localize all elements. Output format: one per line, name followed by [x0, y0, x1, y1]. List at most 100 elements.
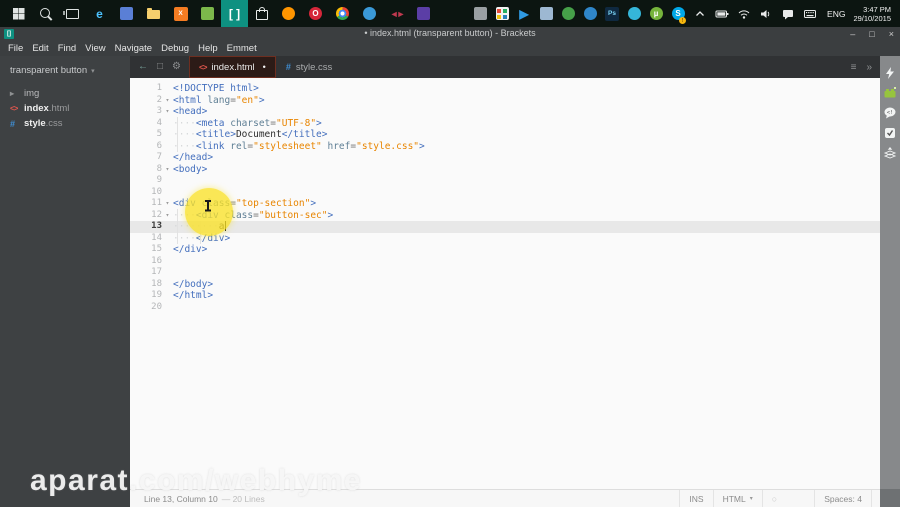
- code-line-17[interactable]: 17: [130, 267, 880, 279]
- line-number: 12: [151, 209, 162, 220]
- cyan-app-icon[interactable]: [623, 0, 645, 27]
- tab-style.css[interactable]: # style.css: [276, 56, 342, 78]
- live-preview-icon[interactable]: [883, 66, 897, 80]
- xampp-icon[interactable]: X: [167, 0, 194, 27]
- indentation-setting[interactable]: Spaces: 4: [814, 490, 872, 507]
- code-line-18[interactable]: 18 </body>: [130, 279, 880, 291]
- menu-edit[interactable]: Edit: [32, 43, 48, 54]
- code-line-7[interactable]: 7 </head>: [130, 152, 880, 164]
- brackets-icon[interactable]: [ ]: [221, 0, 248, 27]
- code-line-6[interactable]: 6 ····<link rel="stylesheet" href="style.…: [130, 141, 880, 153]
- code-line-9[interactable]: 9: [130, 175, 880, 187]
- edge-icon[interactable]: e: [86, 0, 113, 27]
- color-grid-app-icon[interactable]: [491, 0, 513, 27]
- code-line-8[interactable]: 8 ▾ <body>: [130, 164, 880, 176]
- menu-help[interactable]: Help: [198, 43, 218, 54]
- blue-app-icon[interactable]: [579, 0, 601, 27]
- photos-icon[interactable]: [194, 0, 221, 27]
- code-line-16[interactable]: 16: [130, 256, 880, 268]
- project-dropdown[interactable]: transparent button ▾: [0, 56, 130, 86]
- code-line-1[interactable]: 1 <!DOCTYPE html>: [130, 83, 880, 95]
- battery-icon[interactable]: [711, 0, 733, 27]
- fold-arrow-icon[interactable]: ▾: [162, 164, 173, 176]
- overflow-chevrons-icon[interactable]: »: [866, 62, 872, 73]
- insert-mode-indicator[interactable]: INS: [679, 490, 712, 507]
- code-line-4[interactable]: 4 ····<meta charset="UTF-8">: [130, 118, 880, 130]
- code-line-12[interactable]: 12▾····<div class="button-sec">: [130, 210, 880, 222]
- menu-emmet[interactable]: Emmet: [227, 43, 257, 54]
- volume-icon[interactable]: [755, 0, 777, 27]
- line-number: 15: [151, 244, 162, 254]
- firefox-icon[interactable]: [275, 0, 302, 27]
- file-explorer-icon[interactable]: [140, 0, 167, 27]
- fold-arrow-icon[interactable]: ▾: [162, 106, 173, 118]
- restore-button[interactable]: □: [869, 29, 874, 39]
- working-set-settings-gear-icon[interactable]: ⚙: [172, 62, 181, 72]
- word-icon[interactable]: [535, 0, 557, 27]
- menu-file[interactable]: File: [8, 43, 23, 54]
- clock[interactable]: 3:47 PM 29/10/2015: [851, 5, 897, 23]
- utorrent-icon[interactable]: µ: [645, 0, 667, 27]
- tabbar-right-buttons: ≡»: [851, 56, 880, 78]
- fold-arrow-icon[interactable]: ▾: [162, 95, 173, 107]
- chrome-icon[interactable]: [329, 0, 356, 27]
- fold-arrow-icon[interactable]: ▾: [162, 210, 173, 222]
- split-view-icon[interactable]: □: [157, 62, 163, 72]
- photoshop-icon[interactable]: Ps: [601, 0, 623, 27]
- working-set-menu-icon[interactable]: ≡: [851, 62, 857, 73]
- extension-manager-icon[interactable]: [883, 86, 897, 100]
- language-mode-dropdown[interactable]: HTML ▾: [712, 490, 762, 507]
- touch-keyboard-icon[interactable]: [799, 0, 821, 27]
- search-icon[interactable]: [32, 0, 59, 27]
- back-arrow-icon[interactable]: ←: [138, 62, 148, 72]
- code-editor[interactable]: 1 <!DOCTYPE html> 2 ▾ <html lang="en"> 3 ▾ <hea…: [130, 78, 880, 489]
- code-line-15[interactable]: 15 </div>: [130, 244, 880, 256]
- tab-index.html[interactable]: <> index.html •: [189, 56, 276, 78]
- todo-checkmark-icon[interactable]: [883, 126, 897, 140]
- menu-navigate[interactable]: Navigate: [115, 43, 153, 54]
- code-line-10[interactable]: 10: [130, 187, 880, 199]
- code-line-20[interactable]: 20: [130, 302, 880, 314]
- line-number: 10: [151, 186, 162, 197]
- menu-find[interactable]: Find: [58, 43, 76, 54]
- store-icon[interactable]: [248, 0, 275, 27]
- task-view-icon[interactable]: [59, 0, 86, 27]
- notifications-icon[interactable]: [777, 0, 799, 27]
- upload-layers-icon[interactable]: [883, 146, 897, 160]
- purple-app-icon[interactable]: [410, 0, 437, 27]
- line-number: 8: [156, 163, 162, 174]
- media-player-icon[interactable]: ◄►: [383, 0, 410, 27]
- code-line-2[interactable]: 2 ▾ <html lang="en">: [130, 95, 880, 107]
- skype-icon[interactable]: S!: [667, 0, 689, 27]
- wifi-icon[interactable]: [733, 0, 755, 27]
- menu-view[interactable]: View: [85, 43, 105, 54]
- minimize-button[interactable]: –: [850, 29, 855, 39]
- start-icon[interactable]: [5, 0, 32, 27]
- safari-icon[interactable]: [356, 0, 383, 27]
- language-indicator[interactable]: ENG: [821, 9, 851, 19]
- opera-icon[interactable]: O: [302, 0, 329, 27]
- bsplayer-icon[interactable]: ▶: [513, 0, 535, 27]
- tabs: <> index.html • # style.css: [189, 56, 342, 78]
- file-item-style[interactable]: # style .css: [0, 116, 130, 131]
- file-item-index[interactable]: <> index .html: [0, 101, 130, 116]
- code-line-5[interactable]: 5 ····<title>Document</title>: [130, 129, 880, 141]
- code-line-14[interactable]: 14 ····</div>: [130, 233, 880, 245]
- barcode-app-icon[interactable]: [469, 0, 491, 27]
- code-line-13[interactable]: 13········a: [130, 221, 880, 233]
- code-line-3[interactable]: 3 ▾ <head>: [130, 106, 880, 118]
- html-file-icon: <>: [199, 62, 207, 72]
- code-line-19[interactable]: 19 </html>: [130, 290, 880, 302]
- code-comments-icon[interactable]: <!: [883, 106, 897, 120]
- windows-taskbar: e X [ ] O ◄► ENG 3:47 PM 29/10/2015 ▶ Ps µ S!: [0, 0, 900, 27]
- code-line-11[interactable]: 11▾<div class="top-section">: [130, 198, 880, 210]
- close-button[interactable]: ×: [889, 29, 894, 39]
- idm-icon[interactable]: [557, 0, 579, 27]
- menu-debug[interactable]: Debug: [161, 43, 189, 54]
- tray-expand-chevron-icon[interactable]: [689, 0, 711, 27]
- window-titlebar: [] • index.html (transparent button) - B…: [0, 27, 900, 41]
- notes-app-icon[interactable]: [113, 0, 140, 27]
- file-item-img[interactable]: ▸ img: [0, 86, 130, 101]
- spellcheck-indicator[interactable]: ○: [761, 490, 786, 507]
- fold-arrow-icon[interactable]: ▾: [162, 198, 173, 210]
